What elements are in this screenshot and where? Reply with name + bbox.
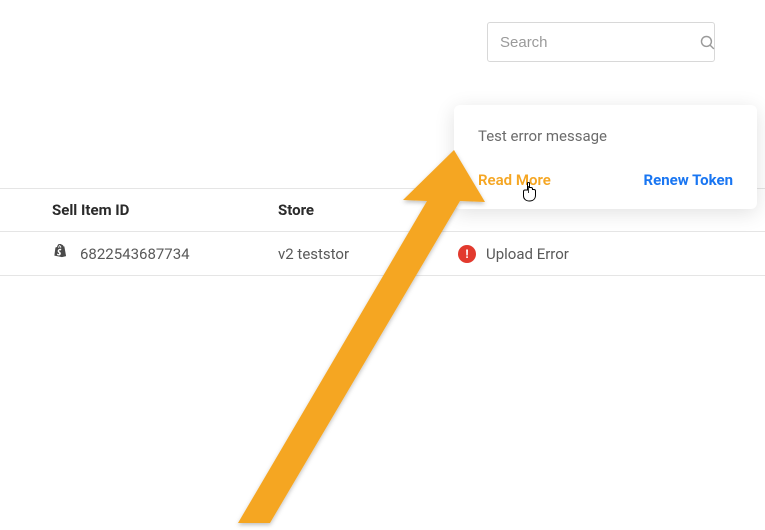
column-header-sell-item-id: Sell Item ID	[52, 201, 278, 219]
error-icon: !	[458, 245, 476, 263]
cell-sell-item-id: 6822543687734	[52, 245, 278, 263]
search-input[interactable]	[500, 34, 699, 51]
search-icon	[699, 34, 716, 51]
read-more-link[interactable]: Read More	[478, 171, 551, 189]
table-row[interactable]: 6822543687734 v2 teststor ! Upload Error	[0, 232, 765, 276]
cell-status: ! Upload Error	[458, 245, 569, 263]
cell-store: v2 teststor	[278, 245, 458, 263]
status-text: Upload Error	[486, 245, 569, 263]
popup-message: Test error message	[478, 127, 733, 145]
renew-token-link[interactable]: Renew Token	[644, 171, 733, 189]
sell-item-id-value: 6822543687734	[80, 245, 190, 263]
popup-actions: Read More Renew Token	[478, 171, 733, 189]
shopify-icon	[52, 245, 70, 263]
search-container[interactable]	[487, 22, 715, 62]
column-header-store: Store	[278, 201, 458, 219]
error-popup: Test error message Read More Renew Token	[454, 105, 757, 209]
